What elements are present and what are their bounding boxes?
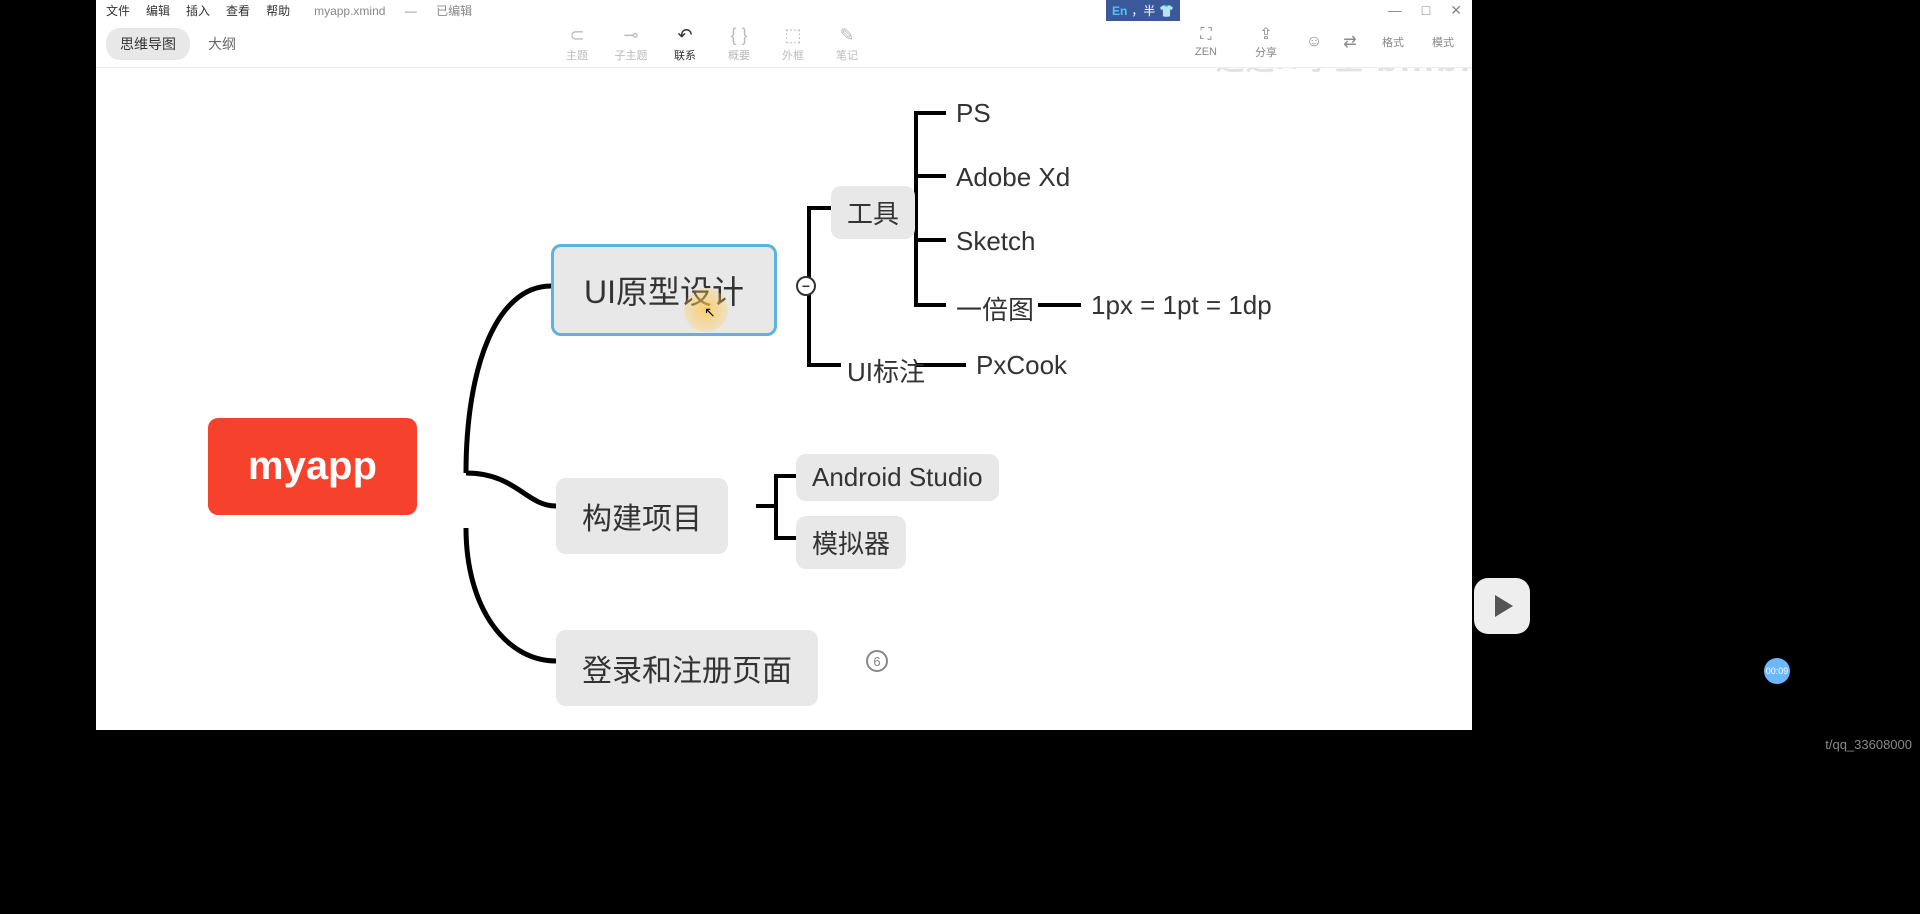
- window-maximize[interactable]: □: [1422, 2, 1430, 19]
- ime-mode: ，半: [1131, 2, 1155, 19]
- sliders-icon: ⇄: [1343, 32, 1356, 52]
- ime-lang: En: [1112, 4, 1127, 18]
- tool-summary[interactable]: { }概要: [712, 25, 766, 63]
- leaf-onex[interactable]: 一倍图: [946, 286, 1044, 331]
- video-footer: [0, 734, 1920, 914]
- branch-build-project[interactable]: 构建项目: [556, 478, 728, 554]
- relationship-icon: ↶: [677, 25, 692, 47]
- share-icon: ⇪: [1259, 24, 1272, 44]
- menu-help[interactable]: 帮助: [266, 2, 290, 19]
- view-switch: 思维导图 大纲: [106, 28, 250, 60]
- menu-view[interactable]: 查看: [226, 2, 250, 19]
- boundary-icon: ⬚: [784, 25, 801, 47]
- tool-group: ⊂主题 ⊸子主题 ↶联系 { }概要 ⬚外框 ✎笔记: [550, 25, 874, 63]
- summary-icon: { }: [730, 25, 747, 47]
- emoji-button[interactable]: ☺: [1302, 30, 1326, 54]
- leaf-px-equality[interactable]: 1px = 1pt = 1dp: [1081, 286, 1282, 325]
- leaf-emulator[interactable]: 模拟器: [796, 516, 906, 569]
- child-count-badge[interactable]: 6: [866, 650, 888, 672]
- zen-icon: ⛶: [1200, 26, 1211, 46]
- node-tools[interactable]: 工具: [831, 186, 915, 239]
- shirt-icon: 👕: [1159, 4, 1174, 18]
- leaf-adobexd[interactable]: Adobe Xd: [946, 158, 1080, 197]
- zen-button[interactable]: ⛶ZEN: [1182, 26, 1230, 58]
- tool-relationship[interactable]: ↶联系: [658, 25, 712, 63]
- timer-badge: 00:09: [1764, 658, 1790, 684]
- connector-lines: [96, 68, 1472, 728]
- root-node[interactable]: myapp: [208, 418, 417, 515]
- smiley-icon: ☺: [1306, 33, 1322, 51]
- ime-indicator[interactable]: En ，半 👕: [1106, 0, 1180, 21]
- mode-button[interactable]: 模式: [1424, 34, 1462, 50]
- right-toolbar: ⛶ZEN ⇪分享 ☺ ⇄ 格式 模式: [1182, 24, 1462, 60]
- node-annotation[interactable]: UI标注: [831, 344, 941, 397]
- menu-edit[interactable]: 编辑: [146, 2, 170, 19]
- leaf-pxcook[interactable]: PxCook: [966, 346, 1077, 385]
- watermark-2: bilibili: [1376, 68, 1472, 80]
- tool-boundary[interactable]: ⬚外框: [766, 25, 820, 63]
- source-url: t/qq_33608000: [1825, 737, 1912, 752]
- window-minimize[interactable]: —: [1388, 2, 1402, 19]
- branch-ui-design[interactable]: UI原型设计: [551, 244, 777, 336]
- collapse-toggle[interactable]: −: [796, 276, 816, 296]
- branch-login-register[interactable]: 登录和注册页面: [556, 630, 818, 706]
- leaf-ps[interactable]: PS: [946, 94, 1001, 133]
- view-mindmap[interactable]: 思维导图: [106, 28, 190, 60]
- menu-file[interactable]: 文件: [106, 2, 130, 19]
- sliders-button[interactable]: ⇄: [1338, 30, 1362, 54]
- window-close[interactable]: ✕: [1450, 2, 1462, 19]
- note-icon: ✎: [839, 25, 854, 47]
- tool-subtopic[interactable]: ⊸子主题: [604, 25, 658, 63]
- leaf-android-studio[interactable]: Android Studio: [796, 454, 999, 501]
- tool-topic[interactable]: ⊂主题: [550, 25, 604, 63]
- menubar: 文件 编辑 插入 查看 帮助 myapp.xmind — 已编辑: [96, 0, 1472, 20]
- app-window: 文件 编辑 插入 查看 帮助 myapp.xmind — 已编辑 En ，半 👕…: [96, 0, 1472, 730]
- subtopic-icon: ⊸: [623, 25, 638, 47]
- topic-icon: ⊂: [569, 25, 584, 47]
- leaf-sketch[interactable]: Sketch: [946, 222, 1046, 261]
- play-button[interactable]: [1474, 578, 1530, 634]
- view-outline[interactable]: 大纲: [194, 28, 250, 60]
- format-button[interactable]: 格式: [1374, 34, 1412, 50]
- window-controls: — □ ✕: [1388, 2, 1462, 19]
- watermark-1: 远远IT学堂: [1216, 68, 1365, 78]
- menu-insert[interactable]: 插入: [186, 2, 210, 19]
- mindmap-canvas[interactable]: myapp UI原型设计 − 工具 PS Adobe Xd Sketch 一倍图…: [96, 68, 1472, 728]
- document-title: myapp.xmind — 已编辑: [314, 2, 488, 19]
- tool-note[interactable]: ✎笔记: [820, 25, 874, 63]
- share-button[interactable]: ⇪分享: [1242, 24, 1290, 60]
